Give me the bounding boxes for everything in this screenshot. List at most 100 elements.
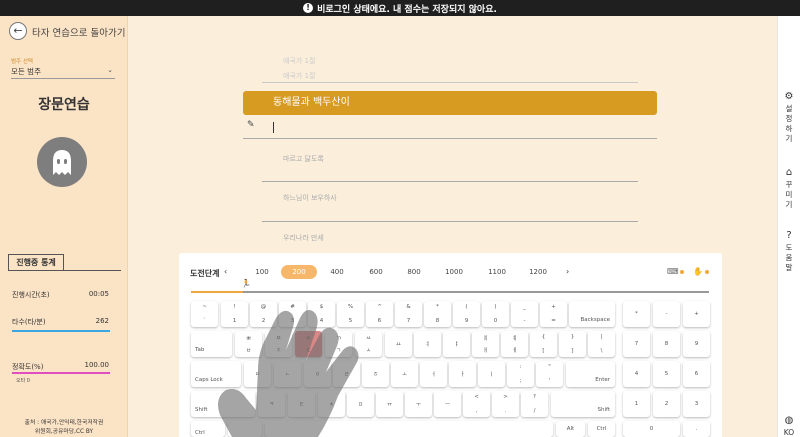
key-7[interactable]: & 7	[395, 301, 422, 327]
level-1100[interactable]: 1100	[479, 265, 515, 279]
key-1[interactable]: ! 1	[221, 301, 248, 327]
numpad-4[interactable]: 4	[623, 361, 650, 387]
key-comma[interactable]: <,	[463, 391, 490, 417]
key-char: 9	[464, 318, 469, 324]
settings-button[interactable]: ⚙ 설 정 하 기	[778, 92, 800, 144]
key-m[interactable]: ㅡ	[434, 391, 461, 417]
key-v[interactable]: ㅍ	[347, 391, 374, 417]
numpad-9[interactable]: 9	[683, 331, 710, 357]
key-e-highlighted[interactable]: ㄸㄷ	[295, 331, 322, 357]
key-8[interactable]: * 8	[424, 301, 451, 327]
numpad-minus[interactable]: -	[653, 301, 680, 327]
key-d[interactable]: ㅇ	[304, 361, 331, 387]
key-x[interactable]: ㅌ	[288, 391, 315, 417]
level-400[interactable]: 400	[319, 265, 355, 279]
key-j[interactable]: ㅓ	[420, 361, 447, 387]
key-caps-lock[interactable]: Caps Lock	[191, 361, 241, 387]
key-left-shift[interactable]: Shift	[191, 391, 255, 417]
key-semicolon[interactable]: :;	[507, 361, 534, 387]
numpad-5[interactable]: 5	[653, 361, 680, 387]
language-button[interactable]: ◍ KO	[778, 416, 800, 437]
numpad-7[interactable]: 7	[623, 331, 650, 357]
level-prev-arrow[interactable]: ‹	[224, 267, 227, 276]
key-f[interactable]: ㄹ	[333, 361, 360, 387]
key-s[interactable]: ㄴ	[274, 361, 301, 387]
key-enter[interactable]: Enter	[566, 361, 615, 387]
key-t[interactable]: ㅆㅅ	[355, 331, 382, 357]
level-600[interactable]: 600	[358, 265, 394, 279]
category-select[interactable]: 모든 범주 ⌄	[11, 66, 115, 79]
key-6[interactable]: ^ 6	[366, 301, 393, 327]
key-shift-char: ㅒ	[482, 336, 489, 342]
key-char: ㅡ	[444, 402, 451, 408]
key-0[interactable]: ) 0	[482, 301, 509, 327]
key-right-ctrl[interactable]: Ctrl	[588, 421, 615, 437]
key-r[interactable]: ㄲㄱ	[325, 331, 352, 357]
key-z[interactable]: ㅋ	[258, 391, 285, 417]
key-a[interactable]: ㅁ	[244, 361, 271, 387]
numpad-multiply[interactable]: *	[623, 301, 650, 327]
key-w[interactable]: ㅉㅈ	[265, 331, 292, 357]
key-h[interactable]: ㅗ	[391, 361, 418, 387]
key-minus[interactable]: _ -	[511, 301, 538, 327]
numpad-0[interactable]: 0	[623, 421, 680, 437]
key-9[interactable]: (9	[453, 301, 480, 327]
back-to-practice-link[interactable]: 타자 연습으로 돌아가기	[32, 25, 125, 39]
key-g[interactable]: ㅎ	[362, 361, 389, 387]
level-800[interactable]: 800	[396, 265, 432, 279]
key-i[interactable]: ㅑ	[443, 331, 470, 357]
key-right-bracket[interactable]: }]	[559, 331, 586, 357]
level-100[interactable]: 100	[244, 265, 280, 279]
key-shift-char: *	[436, 304, 439, 310]
key-space[interactable]	[265, 421, 553, 437]
help-char: 도	[785, 243, 793, 252]
numpad-2[interactable]: 2	[653, 391, 680, 417]
key-3[interactable]: #3	[279, 301, 306, 327]
key-y[interactable]: ㅛ	[385, 331, 412, 357]
numpad-plus[interactable]: +	[683, 301, 710, 327]
level-next-arrow[interactable]: ›	[566, 267, 569, 276]
key-n[interactable]: ㅜ	[405, 391, 432, 417]
level-1000[interactable]: 1000	[436, 265, 472, 279]
key-left-bracket[interactable]: {[	[530, 331, 557, 357]
numpad-3[interactable]: 3	[683, 391, 710, 417]
numpad-8[interactable]: 8	[653, 331, 680, 357]
level-200[interactable]: 200	[281, 265, 317, 279]
key-right-shift[interactable]: Shift	[551, 391, 615, 417]
key-p[interactable]: ㅖㅔ	[501, 331, 528, 357]
key-2[interactable]: @2	[250, 301, 277, 327]
key-quote[interactable]: " '	[536, 361, 563, 387]
decorate-button[interactable]: ⌂ 꾸 미 기	[778, 168, 800, 210]
key-l[interactable]: ㅣ	[478, 361, 505, 387]
key-q[interactable]: ㅃㅂ	[235, 331, 262, 357]
key-c[interactable]: ㅊ	[318, 391, 345, 417]
key-u[interactable]: ㅕ	[414, 331, 441, 357]
key-b[interactable]: ㅠ	[376, 391, 403, 417]
key-o[interactable]: ㅒㅐ	[472, 331, 499, 357]
back-arrow-icon[interactable]: ←	[9, 22, 27, 40]
key-equals[interactable]: + =	[540, 301, 567, 327]
level-1200[interactable]: 1200	[520, 265, 556, 279]
key-right-alt[interactable]: Alt	[556, 421, 585, 437]
keyboard-icon[interactable]: ⌨	[667, 267, 679, 276]
key-4[interactable]: $4	[308, 301, 335, 327]
help-button[interactable]: ? 도 움 말	[778, 231, 800, 273]
key-tab[interactable]: Tab	[191, 331, 232, 357]
numpad-decimal[interactable]: .	[683, 421, 710, 437]
key-left-alt[interactable]	[228, 421, 262, 437]
key-5[interactable]: % 5	[337, 301, 364, 327]
key-backslash[interactable]: | \	[588, 331, 615, 357]
typing-input-underline[interactable]	[243, 138, 657, 139]
next-line-2: 하느님이 보우하사	[283, 194, 337, 202]
numpad-6[interactable]: 6	[683, 361, 710, 387]
key-period[interactable]: >.	[492, 391, 519, 417]
key-label: Alt	[566, 426, 575, 432]
key-k[interactable]: ㅏ	[449, 361, 476, 387]
numpad-1[interactable]: 1	[623, 391, 650, 417]
key-slash[interactable]: ? /	[521, 391, 548, 417]
hand-icon[interactable]: ✋	[693, 267, 703, 276]
help-icon: ?	[786, 230, 792, 241]
key-left-ctrl[interactable]: Ctrl	[191, 421, 225, 437]
key-backquote[interactable]: ~ `	[191, 301, 218, 327]
key-backspace[interactable]: Backspace	[569, 301, 615, 327]
